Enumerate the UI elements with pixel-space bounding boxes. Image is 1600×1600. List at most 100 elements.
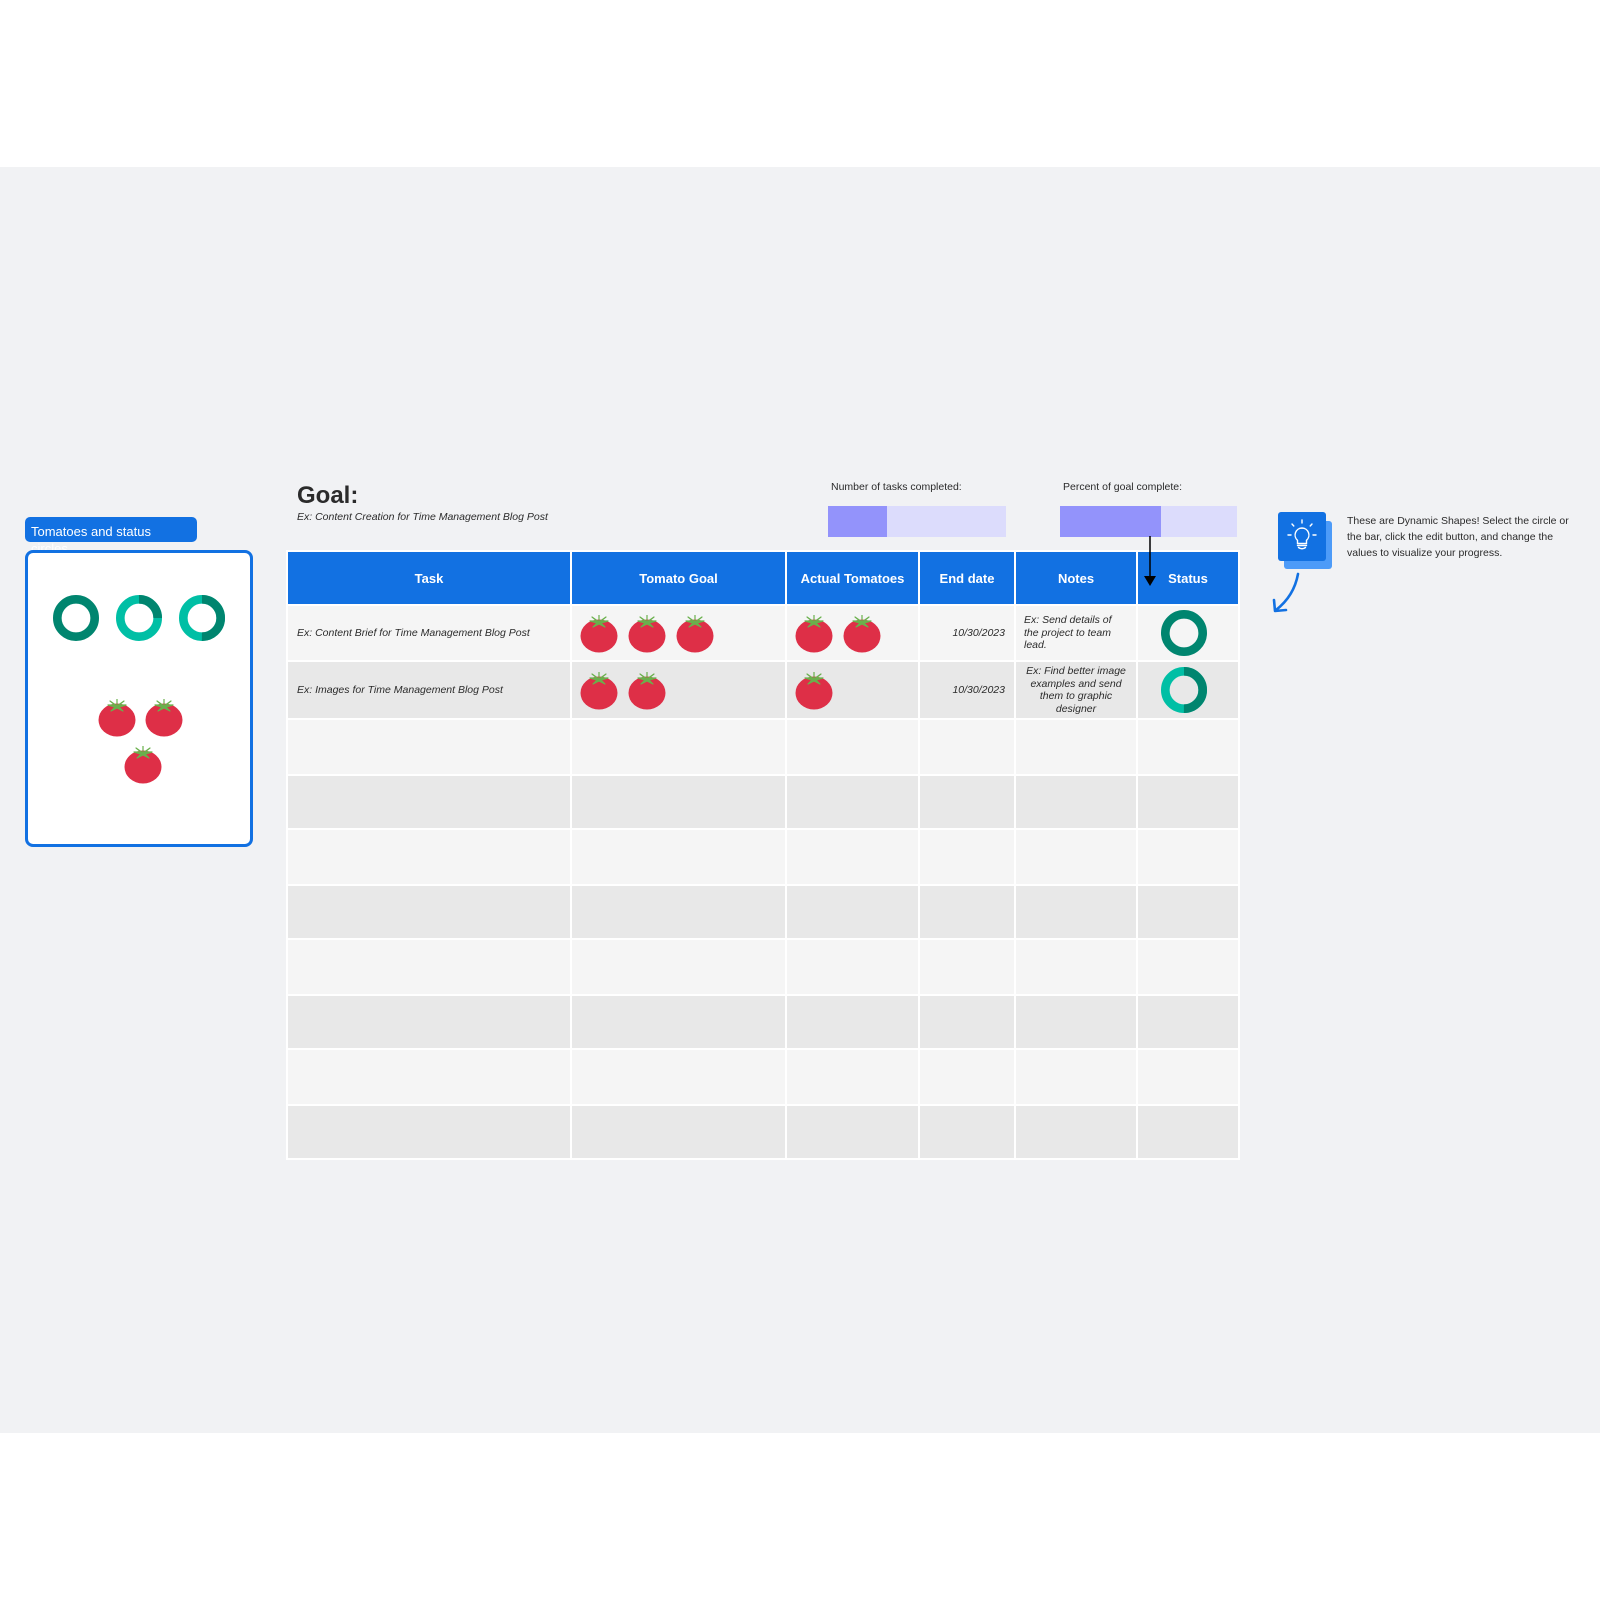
end-date-cell[interactable] [920, 1050, 1014, 1104]
tomato-goal-cell[interactable] [572, 996, 785, 1048]
status-cell[interactable] [1138, 606, 1238, 660]
connector-arrow[interactable] [1140, 536, 1160, 588]
column-header[interactable]: Actual Tomatoes [787, 552, 918, 604]
tip-text[interactable]: These are Dynamic Shapes! Select the cir… [1347, 513, 1577, 561]
tasks-completed-bar-fill [828, 506, 887, 537]
goal-percent-bar[interactable] [1060, 506, 1237, 537]
frame-label[interactable]: Tomatoes and status circles [25, 517, 197, 556]
task-cell[interactable] [288, 776, 570, 828]
tomato-goal-cell[interactable] [572, 830, 785, 884]
status-cell[interactable] [1138, 940, 1238, 994]
notes-cell[interactable] [1016, 996, 1136, 1048]
status-circle[interactable] [1161, 667, 1207, 713]
task-cell[interactable] [288, 940, 570, 994]
notes-cell[interactable] [1016, 940, 1136, 994]
curved-arrow-icon [1272, 572, 1300, 613]
actual-tomatoes-cell[interactable] [787, 776, 918, 828]
goal-subtitle[interactable]: Ex: Content Creation for Time Management… [297, 511, 548, 523]
status-cell[interactable] [1138, 662, 1238, 718]
status-circle[interactable] [1161, 610, 1207, 656]
task-table: Task Tomato Goal Actual Tomatoes End date No… [286, 550, 1240, 1160]
column-header[interactable]: Task [288, 552, 570, 604]
status-circle-track [53, 595, 99, 641]
task-cell[interactable] [288, 996, 570, 1048]
status-cell[interactable] [1138, 1106, 1238, 1158]
actual-tomatoes-cell[interactable] [787, 886, 918, 938]
column-header[interactable]: Notes [1016, 552, 1136, 604]
actual-tomatoes-cell[interactable] [787, 1106, 918, 1158]
notes-cell[interactable] [1016, 830, 1136, 884]
column-header[interactable]: End date [920, 552, 1014, 604]
task-cell[interactable]: Ex: Content Brief for Time Management Bl… [288, 606, 570, 660]
tomato-goal-cell[interactable] [572, 1106, 785, 1158]
status-cell[interactable] [1138, 886, 1238, 938]
status-circle[interactable] [53, 595, 99, 641]
notes-cell[interactable] [1016, 1050, 1136, 1104]
tomato-icon[interactable] [843, 613, 881, 653]
end-date-cell[interactable] [920, 886, 1014, 938]
goal-percent-bar-fill [1060, 506, 1161, 537]
end-date-cell[interactable]: 10/30/2023 [920, 662, 1014, 718]
task-cell[interactable] [288, 886, 570, 938]
notes-cell[interactable] [1016, 776, 1136, 828]
notes-cell[interactable] [1016, 720, 1136, 774]
task-cell[interactable]: Ex: Images for Time Management Blog Post [288, 662, 570, 718]
end-date-cell[interactable] [920, 940, 1014, 994]
actual-tomatoes-cell[interactable] [787, 940, 918, 994]
tasks-completed-label: Number of tasks completed: [831, 481, 962, 493]
task-cell[interactable] [288, 1106, 570, 1158]
tomato-icon[interactable] [676, 613, 714, 653]
goal-percent-label: Percent of goal complete: [1063, 481, 1183, 493]
actual-tomatoes-cell[interactable] [787, 1050, 918, 1104]
end-date-cell[interactable] [920, 720, 1014, 774]
tomato-icon[interactable] [628, 613, 666, 653]
tomato-goal-cell[interactable] [572, 1050, 785, 1104]
lightbulb-icon [1278, 512, 1326, 561]
actual-tomatoes-cell[interactable] [787, 720, 918, 774]
tomato-goal-cell[interactable] [572, 886, 785, 938]
tomato-icon[interactable] [98, 697, 136, 737]
end-date-cell[interactable] [920, 1106, 1014, 1158]
status-cell[interactable] [1138, 830, 1238, 884]
tomato-goal-cell[interactable] [572, 606, 785, 660]
task-cell[interactable] [288, 720, 570, 774]
goal-title: Goal: [297, 482, 359, 509]
tomato-goal-cell[interactable] [572, 662, 785, 718]
end-date-cell[interactable]: 10/30/2023 [920, 606, 1014, 660]
tomato-icon[interactable] [628, 670, 666, 710]
status-circle-samples [53, 595, 225, 641]
notes-cell[interactable] [1016, 1106, 1136, 1158]
notes-cell[interactable]: Ex: Find better image examples and send … [1016, 662, 1136, 718]
tomato-icon[interactable] [580, 613, 618, 653]
status-cell[interactable] [1138, 720, 1238, 774]
task-cell[interactable] [288, 830, 570, 884]
tomato-goal-cell[interactable] [572, 720, 785, 774]
end-date-cell[interactable] [920, 830, 1014, 884]
tomato-icon[interactable] [795, 613, 833, 653]
task-cell[interactable] [288, 1050, 570, 1104]
tomato-icon[interactable] [580, 670, 618, 710]
notes-cell[interactable]: Ex: Send details of the project to team … [1016, 606, 1136, 660]
arrowhead-icon [1144, 576, 1156, 586]
actual-tomatoes-cell[interactable] [787, 662, 918, 718]
status-cell[interactable] [1138, 996, 1238, 1048]
tomato-icon[interactable] [124, 744, 162, 784]
end-date-cell[interactable] [920, 776, 1014, 828]
tomato-goal-cell[interactable] [572, 940, 785, 994]
column-header[interactable]: Tomato Goal [572, 552, 785, 604]
tomato-goal-cell[interactable] [572, 776, 785, 828]
end-date-cell[interactable] [920, 996, 1014, 1048]
notes-cell[interactable] [1016, 886, 1136, 938]
actual-tomatoes-cell[interactable] [787, 996, 918, 1048]
actual-tomatoes-cell[interactable] [787, 606, 918, 660]
tomato-icon[interactable] [795, 670, 833, 710]
status-cell[interactable] [1138, 776, 1238, 828]
status-cell[interactable] [1138, 1050, 1238, 1104]
actual-tomatoes-cell[interactable] [787, 830, 918, 884]
tomatoes-status-frame[interactable] [25, 550, 253, 847]
tasks-completed-bar[interactable] [828, 506, 1006, 537]
status-circle-track [1161, 610, 1207, 656]
status-circle[interactable] [179, 595, 225, 641]
status-circle[interactable] [116, 595, 162, 641]
tomato-icon[interactable] [145, 697, 183, 737]
